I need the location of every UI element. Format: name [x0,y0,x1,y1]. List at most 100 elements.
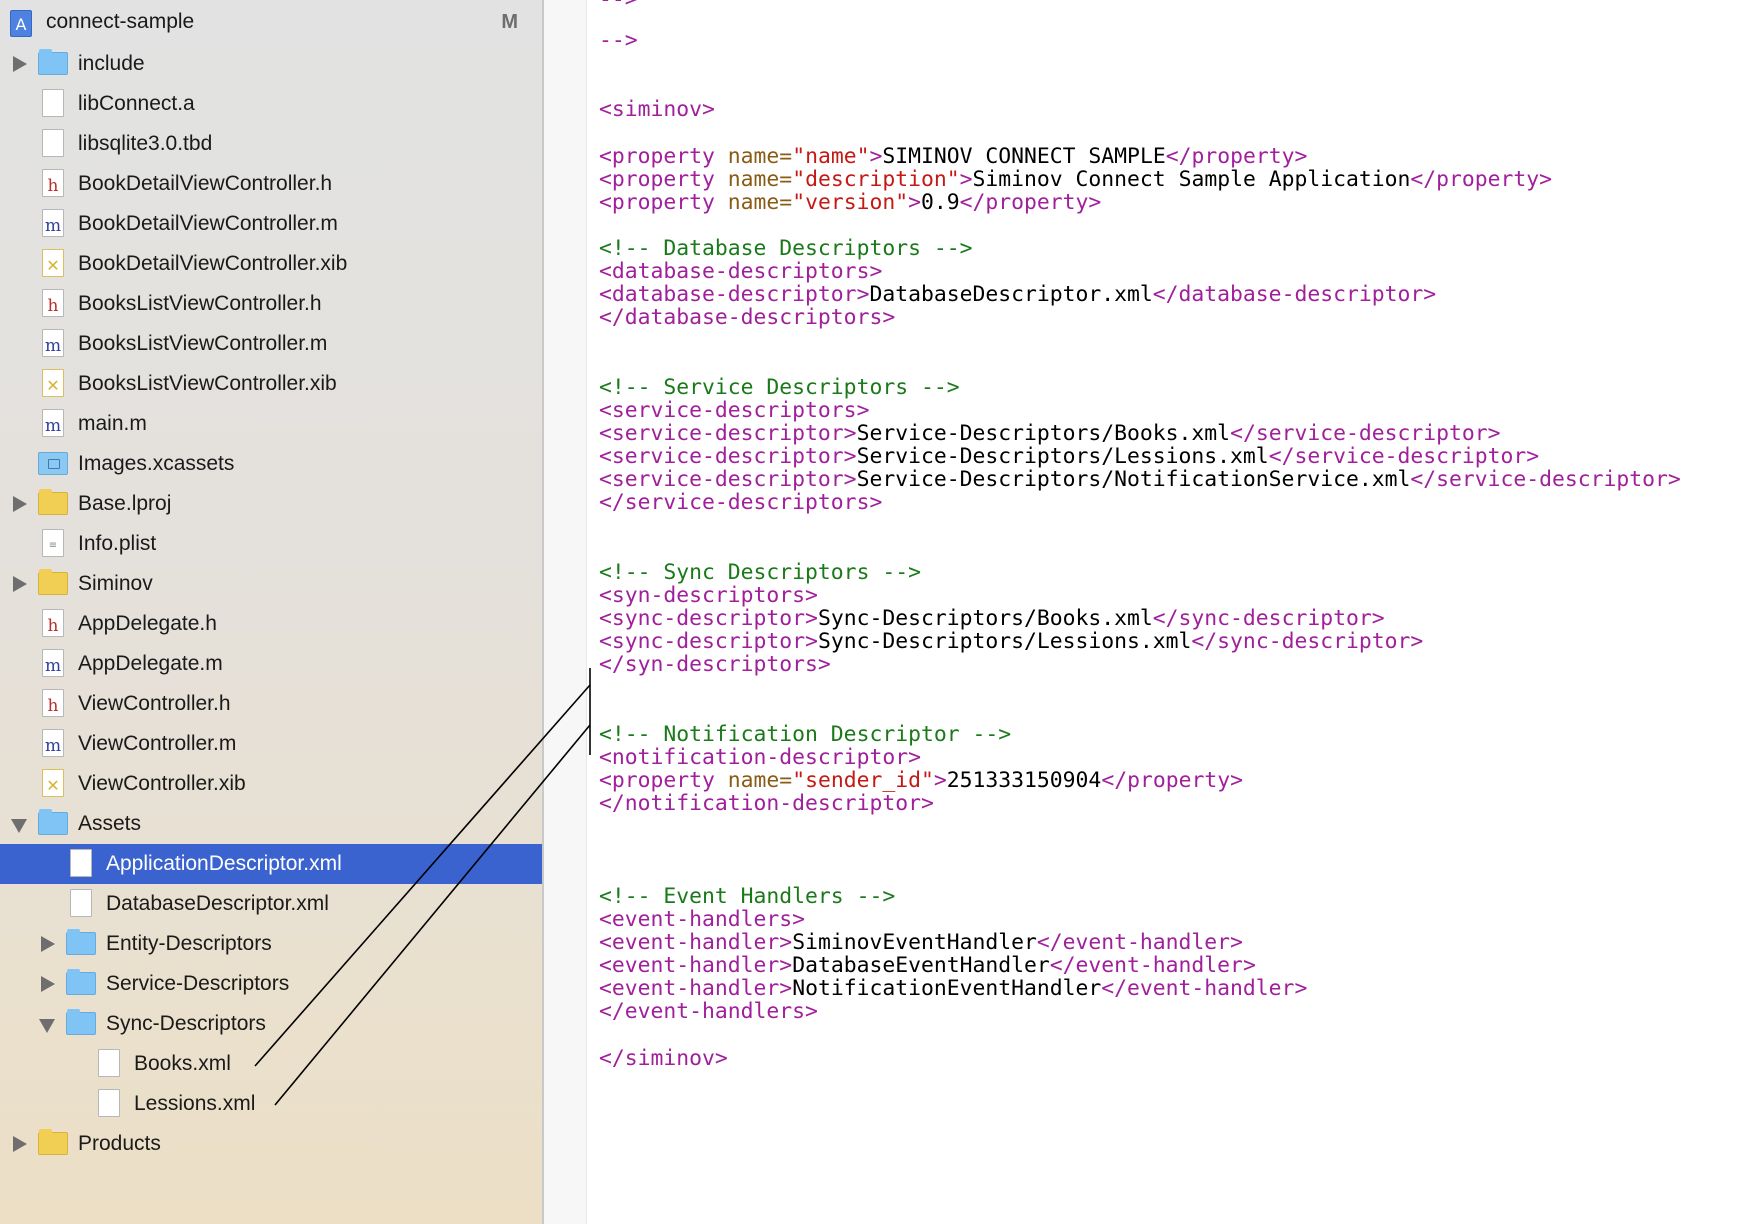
navigator-item-label: libsqlite3.0.tbd [78,132,213,155]
navigator-item-bookdetailviewcontroller-m[interactable]: m BookDetailViewController.m [0,204,542,244]
navigator-item-products[interactable]: Products [0,1124,542,1164]
navigator-item-label: Info.plist [78,532,157,555]
navigator-item-label: Books.xml [134,1052,231,1075]
folder-icon [38,569,68,595]
navigator-item-label: Images.xcassets [78,452,235,475]
navigator-item-label: Products [78,1132,161,1155]
navigator-item-label: BookDetailViewController.m [78,212,338,235]
navigator-item-service-descriptors[interactable]: Service-Descriptors [0,964,542,1004]
navigator-item-viewcontroller-m[interactable]: m ViewController.m [0,724,542,764]
navigator-item-label: Entity-Descriptors [106,932,272,955]
navigator-item-databasedescriptor-xml[interactable]: DatabaseDescriptor.xml [0,884,542,924]
code-line: <property name="version">0.9</property> [599,190,1102,215]
editor-gutter [544,0,587,1224]
file-type-glyph: m [44,656,62,676]
navigator-item-viewcontroller-h[interactable]: h ViewController.h [0,684,542,724]
navigator-item-label: libConnect.a [78,92,195,115]
code-line: --> [599,28,638,53]
file-type-glyph: m [44,336,62,356]
navigator-item-libconnect-a[interactable]: libConnect.a [0,84,542,124]
file-type-glyph: ✕ [46,776,60,795]
navigator-item-label: Siminov [78,572,153,595]
navigator-item-label: ViewController.h [78,692,231,715]
navigator-item-info-plist[interactable]: ≡ Info.plist [0,524,542,564]
code-line: <siminov> [599,97,715,122]
navigator-item-label: ApplicationDescriptor.xml [106,852,342,875]
disclosure-closed-icon[interactable] [13,56,27,72]
navigator-item-libsqlite3-0-tbd[interactable]: libsqlite3.0.tbd [0,124,542,164]
navigator-item-label: ViewController.m [78,732,237,755]
folder-icon [38,809,68,835]
disclosure-closed-icon[interactable] [41,976,55,992]
navigator-item-include[interactable]: include [0,44,542,84]
navigator-item-label: include [78,52,145,75]
disclosure-closed-icon[interactable] [41,936,55,952]
navigator-item-label: BooksListViewController.h [78,292,322,315]
file-icon [42,129,64,157]
file-icon [70,849,92,877]
disclosure-closed-icon[interactable] [13,1136,27,1152]
file-type-glyph: h [47,696,59,716]
navigator-item-label: BookDetailViewController.h [78,172,333,195]
navigator-item-label: AppDelegate.h [78,612,217,635]
navigator-item-label: DatabaseDescriptor.xml [106,892,329,915]
file-type-glyph: m [44,736,62,756]
disclosure-closed-icon[interactable] [13,576,27,592]
navigator-item-label: Sync-Descriptors [106,1012,266,1035]
navigator-item-applicationdescriptor-xml[interactable]: ApplicationDescriptor.xml [0,844,542,884]
plist-file-icon: ≡ [42,529,64,557]
code-line: </syn-descriptors> [599,652,831,677]
file-type-glyph: m [44,216,62,236]
project-root-row[interactable]: A connect-sample M [0,2,542,42]
xcode-project-icon: A [10,10,32,37]
navigator-item-images-xcassets[interactable]: Images.xcassets [0,444,542,484]
navigator-item-base-lproj[interactable]: Base.lproj [0,484,542,524]
xib-file-icon: ✕ [42,769,64,797]
code-editor[interactable]: --> --> <siminov> <property name="name">… [544,0,1760,1224]
source-file-icon: m [42,209,64,237]
source-file-icon: m [42,409,64,437]
navigator-item-label: AppDelegate.m [78,652,223,675]
navigator-item-entity-descriptors[interactable]: Entity-Descriptors [0,924,542,964]
navigator-item-label: Service-Descriptors [106,972,290,995]
header-file-icon: h [42,689,64,717]
navigator-item-main-m[interactable]: m main.m [0,404,542,444]
navigator-item-viewcontroller-xib[interactable]: ✕ ViewController.xib [0,764,542,804]
navigator-item-label: Base.lproj [78,492,172,515]
navigator-item-lessions-xml[interactable]: Lessions.xml [0,1084,542,1124]
disclosure-closed-icon[interactable] [13,496,27,512]
navigator-item-appdelegate-h[interactable]: h AppDelegate.h [0,604,542,644]
folder-icon [38,489,68,515]
navigator-item-bookslistviewcontroller-m[interactable]: m BooksListViewController.m [0,324,542,364]
xib-file-icon: ✕ [42,369,64,397]
disclosure-open-icon[interactable] [39,1019,55,1033]
source-file-icon: m [42,649,64,677]
file-type-glyph: h [47,176,59,196]
navigator-item-bookslistviewcontroller-xib[interactable]: ✕ BooksListViewController.xib [0,364,542,404]
file-type-glyph: m [44,416,62,436]
navigator-item-bookdetailviewcontroller-xib[interactable]: ✕ BookDetailViewController.xib [0,244,542,284]
navigator-item-bookslistviewcontroller-h[interactable]: h BooksListViewController.h [0,284,542,324]
project-navigator: A connect-sample M include libConnect.a li… [0,0,544,1224]
navigator-item-appdelegate-m[interactable]: m AppDelegate.m [0,644,542,684]
navigator-item-books-xml[interactable]: Books.xml [0,1044,542,1084]
file-type-glyph: ≡ [48,540,58,551]
navigator-item-label: BooksListViewController.xib [78,372,337,395]
navigator-item-bookdetailviewcontroller-h[interactable]: h BookDetailViewController.h [0,164,542,204]
source-file-icon: m [42,329,64,357]
folder-icon [38,1129,68,1155]
file-icon [98,1089,120,1117]
file-icon [98,1049,120,1077]
navigator-item-label: BookDetailViewController.xib [78,252,348,275]
navigator-item-label: Lessions.xml [134,1092,256,1115]
file-type-glyph: h [47,616,59,636]
navigator-item-siminov[interactable]: Siminov [0,564,542,604]
navigator-item-sync-descriptors[interactable]: Sync-Descriptors [0,1004,542,1044]
file-type-glyph: ✕ [46,376,60,395]
disclosure-open-icon[interactable] [11,819,27,833]
code-line: </database-descriptors> [599,305,896,330]
modified-badge: M [501,11,518,33]
folder-icon [66,969,96,995]
code-line: </service-descriptors> [599,490,883,515]
navigator-item-assets[interactable]: Assets [0,804,542,844]
